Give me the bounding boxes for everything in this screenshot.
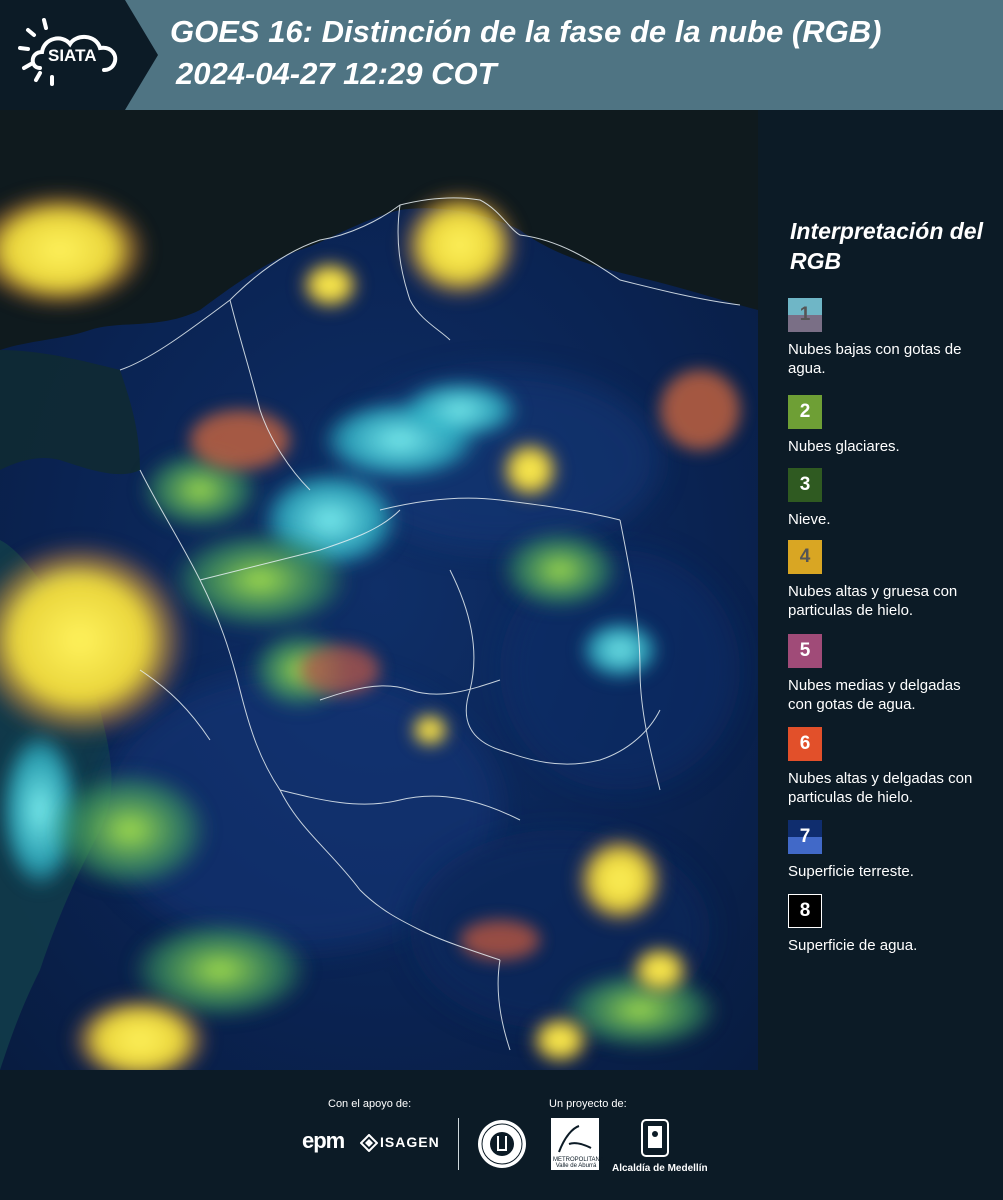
legend-title: Interpretación del RGB bbox=[790, 218, 983, 274]
legend-label-1: Nubes bajas con gotas de agua. bbox=[788, 341, 962, 377]
legend-number-2: 2 bbox=[799, 401, 811, 422]
legend-item-2: 2 Nubes glaciares. bbox=[788, 395, 998, 456]
isagen-icon bbox=[360, 1134, 378, 1152]
legend-number-5: 5 bbox=[799, 640, 811, 661]
satellite-rgb-map bbox=[0, 110, 758, 1070]
siata-logo: SIATA bbox=[0, 0, 160, 110]
legend-panel: Interpretación del RGB 1 Nubes bajas con… bbox=[758, 110, 1003, 1070]
page-title: GOES 16: Distinción de la fase de la nub… bbox=[170, 14, 882, 49]
legend-number-6: 6 bbox=[799, 733, 811, 754]
legend-swatch-7: 7 bbox=[788, 820, 822, 854]
legend-label-2: Nubes glaciares. bbox=[788, 438, 900, 455]
legend-swatch-5: 5 bbox=[788, 634, 822, 668]
logo-text: SIATA bbox=[48, 46, 97, 65]
epm-logo: epm bbox=[302, 1128, 345, 1153]
header-bar: SIATA GOES 16: Distinción de la fase de … bbox=[0, 0, 1003, 110]
page-timestamp: 2024-04-27 12:29 COT bbox=[176, 56, 497, 91]
legend-label-6: Nubes altas y delgadas con particulas de… bbox=[788, 770, 973, 806]
legend-swatch-3: 3 bbox=[788, 468, 822, 502]
legend-item-6: 6 Nubes altas y delgadas con particulas … bbox=[788, 727, 998, 807]
legend-item-4: 4 Nubes altas y gruesa con particulas de… bbox=[788, 540, 998, 620]
alcaldia-crest-icon bbox=[641, 1119, 669, 1157]
alcaldia-logo-text: Alcaldía de Medellín bbox=[612, 1163, 708, 1174]
legend-label-3: Nieve. bbox=[788, 511, 831, 528]
seal-logo bbox=[478, 1120, 526, 1168]
legend-number-3: 3 bbox=[799, 474, 811, 495]
footer-divider bbox=[458, 1118, 459, 1170]
footer-sponsors: Con el apoyo de: epm ISAGEN Un proyecto … bbox=[0, 1070, 1003, 1200]
legend-item-3: 3 Nieve. bbox=[788, 468, 998, 529]
legend-number-4: 4 bbox=[799, 546, 811, 567]
isagen-logo: ISAGEN bbox=[380, 1134, 440, 1150]
ocean-gulf bbox=[0, 350, 140, 475]
legend-label-5: Nubes medias y delgadas con gotas de agu… bbox=[788, 677, 961, 713]
legend-label-7: Superficie terreste. bbox=[788, 863, 914, 880]
legend-item-8: 8 Superficie de agua. bbox=[788, 894, 998, 955]
legend-swatch-6: 6 bbox=[788, 727, 822, 761]
legend-item-5: 5 Nubes medias y delgadas con gotas de a… bbox=[788, 634, 998, 714]
legend-number-1: 1 bbox=[799, 304, 811, 325]
legend-number-7: 7 bbox=[799, 826, 811, 847]
legend-swatch-4: 4 bbox=[788, 540, 822, 574]
legend-swatch-2: 2 bbox=[788, 395, 822, 429]
legend-item-1: 1 Nubes bajas con gotas de agua. bbox=[788, 298, 998, 378]
legend-number-8: 8 bbox=[799, 900, 811, 921]
area-metropolitana-text: METROPOLITANA Valle de Aburrá bbox=[553, 1157, 604, 1169]
legend-swatch-8: 8 bbox=[788, 894, 822, 928]
support-label: Con el apoyo de: bbox=[328, 1098, 412, 1110]
legend-item-7: 7 Superficie terreste. bbox=[788, 820, 998, 881]
legend-label-4: Nubes altas y gruesa con particulas de h… bbox=[788, 583, 958, 619]
legend-label-8: Superficie de agua. bbox=[788, 937, 918, 954]
legend-swatch-1: 1 bbox=[788, 298, 822, 332]
project-label: Un proyecto de: bbox=[549, 1098, 627, 1110]
